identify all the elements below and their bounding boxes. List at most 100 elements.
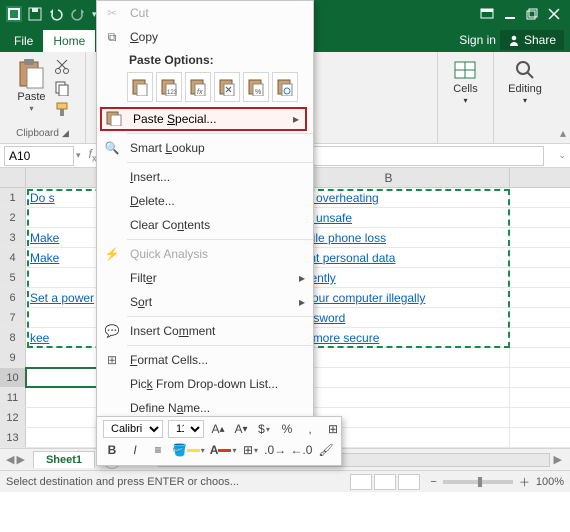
row-header[interactable]: 5 bbox=[0, 268, 26, 287]
format-cells-icon[interactable]: ⊞ bbox=[324, 420, 342, 438]
ctx-delete[interactable]: Delete... bbox=[97, 189, 313, 213]
ctx-smart-lookup[interactable]: 🔍 Smart Lookup bbox=[97, 136, 313, 160]
fill-color-button[interactable]: 🪣▾ bbox=[172, 441, 205, 459]
increase-font-icon[interactable]: A▴ bbox=[209, 420, 227, 438]
cells-button[interactable]: Cells▾ bbox=[451, 56, 479, 107]
submenu-arrow-icon: ▸ bbox=[299, 295, 305, 309]
ctx-sort[interactable]: Sort ▸ bbox=[97, 290, 313, 314]
quick-analysis-icon: ⚡ bbox=[103, 247, 121, 261]
align-center-icon[interactable]: ≡ bbox=[149, 441, 167, 459]
paste-options-row: 123 fx % bbox=[97, 69, 313, 105]
paste-option-values[interactable]: 123 bbox=[156, 72, 182, 102]
row-header[interactable]: 10 bbox=[0, 368, 26, 387]
comment-icon: 💬 bbox=[103, 324, 121, 338]
sheet-tab[interactable]: Sheet1 bbox=[33, 451, 95, 468]
name-box[interactable] bbox=[4, 146, 74, 166]
zoom-in-button[interactable]: ＋ bbox=[519, 474, 530, 490]
share-button[interactable]: Share bbox=[500, 30, 564, 50]
ctx-copy[interactable]: ⧉ Copy bbox=[97, 25, 313, 49]
tab-home[interactable]: Home bbox=[43, 30, 95, 52]
percent-format-icon[interactable]: % bbox=[278, 420, 296, 438]
sheet-nav-prev-icon[interactable]: ◀ bbox=[6, 453, 14, 466]
row-header[interactable]: 6 bbox=[0, 288, 26, 307]
smart-lookup-icon: 🔍 bbox=[103, 141, 121, 155]
paste-option-link[interactable] bbox=[272, 72, 298, 102]
row-header[interactable]: 11 bbox=[0, 388, 26, 407]
redo-icon[interactable] bbox=[70, 7, 86, 21]
paste-option-formatting[interactable]: % bbox=[243, 72, 269, 102]
cells-icon bbox=[453, 58, 477, 82]
decrease-decimal-icon[interactable]: ←.0 bbox=[291, 441, 312, 459]
restore-icon[interactable] bbox=[526, 8, 538, 20]
select-all-triangle[interactable] bbox=[0, 168, 26, 187]
ctx-clear-contents[interactable]: Clear Contents bbox=[97, 213, 313, 237]
paste-icon bbox=[17, 58, 45, 90]
ctx-paste-special[interactable]: Paste Special... ▸ bbox=[100, 107, 307, 131]
cut-icon: ✂ bbox=[103, 6, 121, 20]
row-header[interactable]: 12 bbox=[0, 408, 26, 427]
accounting-format-icon[interactable]: $▾ bbox=[255, 420, 273, 438]
paste-option-formulas[interactable]: fx bbox=[185, 72, 211, 102]
row-header[interactable]: 13 bbox=[0, 428, 26, 447]
status-text: Select destination and press ENTER or ch… bbox=[6, 476, 239, 488]
quick-access-toolbar: ▾ bbox=[4, 6, 97, 22]
hscroll-right-icon[interactable]: ▶ bbox=[554, 453, 562, 466]
zoom-out-button[interactable]: − bbox=[430, 476, 436, 488]
view-normal-button[interactable] bbox=[350, 474, 372, 490]
editing-button[interactable]: Editing▾ bbox=[506, 56, 544, 107]
minimize-icon[interactable] bbox=[504, 8, 516, 20]
ctx-quick-analysis: ⚡ Quick Analysis bbox=[97, 242, 313, 266]
copy-icon[interactable] bbox=[54, 80, 70, 96]
paste-option-transpose[interactable] bbox=[214, 72, 240, 102]
decrease-font-icon[interactable]: A▾ bbox=[232, 420, 250, 438]
ctx-insert[interactable]: Insert... bbox=[97, 165, 313, 189]
borders-button[interactable]: ⊞▾ bbox=[242, 441, 260, 459]
tab-file[interactable]: File bbox=[4, 30, 43, 52]
save-icon[interactable] bbox=[28, 7, 42, 21]
increase-decimal-icon[interactable]: .0→ bbox=[265, 441, 286, 459]
sheet-nav-next-icon[interactable]: ▶ bbox=[16, 453, 24, 466]
formula-bar-expand-icon[interactable]: ⌄ bbox=[558, 150, 570, 161]
ribbon-options-icon[interactable] bbox=[480, 7, 494, 21]
mini-font-size[interactable]: 11 bbox=[168, 420, 204, 438]
copy-icon: ⧉ bbox=[103, 30, 121, 45]
row-header[interactable]: 9 bbox=[0, 348, 26, 367]
row-header[interactable]: 4 bbox=[0, 248, 26, 267]
format-painter-icon[interactable] bbox=[54, 101, 70, 117]
mini-toolbar: Calibri 11 A▴ A▾ $▾ % , ⊞ B I ≡ 🪣▾ A▾ ⊞▾… bbox=[96, 416, 342, 466]
italic-button[interactable]: I bbox=[126, 441, 144, 459]
window-controls bbox=[480, 7, 566, 21]
cut-icon[interactable] bbox=[54, 59, 70, 75]
editing-icon bbox=[513, 58, 537, 82]
mini-font-family[interactable]: Calibri bbox=[103, 420, 163, 438]
ctx-insert-comment[interactable]: 💬 Insert Comment bbox=[97, 319, 313, 343]
row-header[interactable]: 2 bbox=[0, 208, 26, 227]
row-header[interactable]: 8 bbox=[0, 328, 26, 347]
paste-button[interactable]: Paste ▾ bbox=[15, 56, 47, 115]
zoom-slider[interactable] bbox=[443, 480, 513, 484]
format-painter-icon[interactable]: 🖌 bbox=[317, 441, 335, 459]
row-header[interactable]: 3 bbox=[0, 228, 26, 247]
name-box-dropdown-icon[interactable]: ▾ bbox=[74, 150, 83, 161]
undo-icon[interactable] bbox=[48, 7, 64, 21]
row-header[interactable]: 1 bbox=[0, 188, 26, 207]
close-icon[interactable] bbox=[548, 8, 560, 20]
ribbon-collapse-icon[interactable]: ▴ bbox=[556, 52, 570, 143]
sign-in-link[interactable]: Sign in bbox=[459, 33, 496, 47]
paste-option-paste[interactable] bbox=[127, 72, 153, 102]
font-color-button[interactable]: A▾ bbox=[210, 441, 237, 459]
comma-format-icon[interactable]: , bbox=[301, 420, 319, 438]
row-header[interactable]: 7 bbox=[0, 308, 26, 327]
view-page-layout-button[interactable] bbox=[374, 474, 396, 490]
zoom-level[interactable]: 100% bbox=[536, 476, 564, 488]
bold-button[interactable]: B bbox=[103, 441, 121, 459]
ctx-filter[interactable]: Filter ▸ bbox=[97, 266, 313, 290]
format-cells-icon: ⊞ bbox=[103, 353, 121, 367]
view-page-break-button[interactable] bbox=[398, 474, 420, 490]
dialog-launcher-icon[interactable]: ◢ bbox=[62, 128, 69, 139]
submenu-arrow-icon: ▸ bbox=[293, 112, 299, 126]
svg-text:fx: fx bbox=[197, 89, 203, 96]
status-bar: Select destination and press ENTER or ch… bbox=[0, 470, 570, 492]
ctx-pick-from-list[interactable]: Pick From Drop-down List... bbox=[97, 372, 313, 396]
ctx-format-cells[interactable]: ⊞ Format Cells... bbox=[97, 348, 313, 372]
